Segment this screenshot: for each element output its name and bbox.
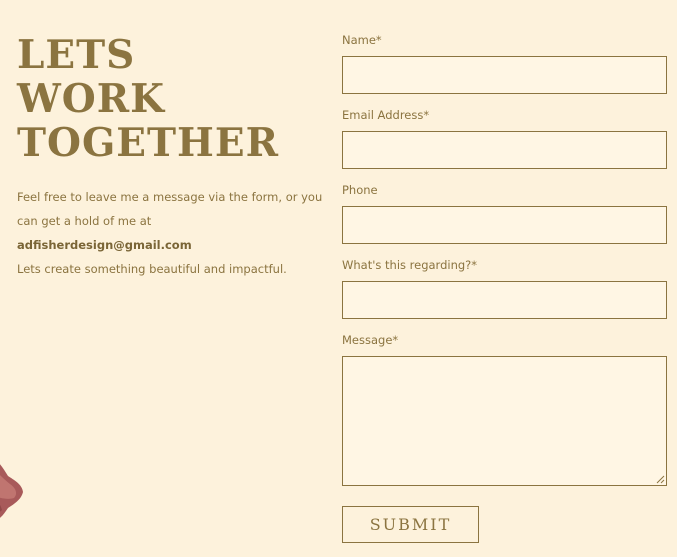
message-textarea[interactable] — [342, 356, 667, 486]
page-heading: LETS WORK TOGETHER — [17, 33, 279, 165]
heading-line-2: WORK — [17, 76, 166, 122]
phone-label: Phone — [342, 183, 378, 197]
message-label: Message* — [342, 333, 399, 347]
intro-text: Feel free to leave me a message via the … — [17, 190, 323, 228]
email-input[interactable] — [342, 131, 667, 169]
regarding-input[interactable] — [342, 281, 667, 319]
name-input[interactable] — [342, 56, 667, 94]
heading-line-1: LETS — [17, 32, 136, 78]
submit-button[interactable]: SUBMIT — [342, 506, 479, 543]
flower-illustration — [0, 464, 23, 518]
contact-email: adfisherdesign@gmail.com — [17, 238, 192, 252]
heading-line-3: TOGETHER — [17, 120, 280, 166]
email-label: Email Address* — [342, 108, 430, 122]
intro-paragraph: Feel free to leave me a message via the … — [17, 185, 327, 257]
phone-input[interactable] — [342, 206, 667, 244]
tagline-text: Lets create something beautiful and impa… — [17, 262, 287, 276]
name-label: Name* — [342, 33, 382, 47]
regarding-label: What's this regarding?* — [342, 258, 478, 272]
resize-handle-icon[interactable] — [656, 475, 665, 484]
